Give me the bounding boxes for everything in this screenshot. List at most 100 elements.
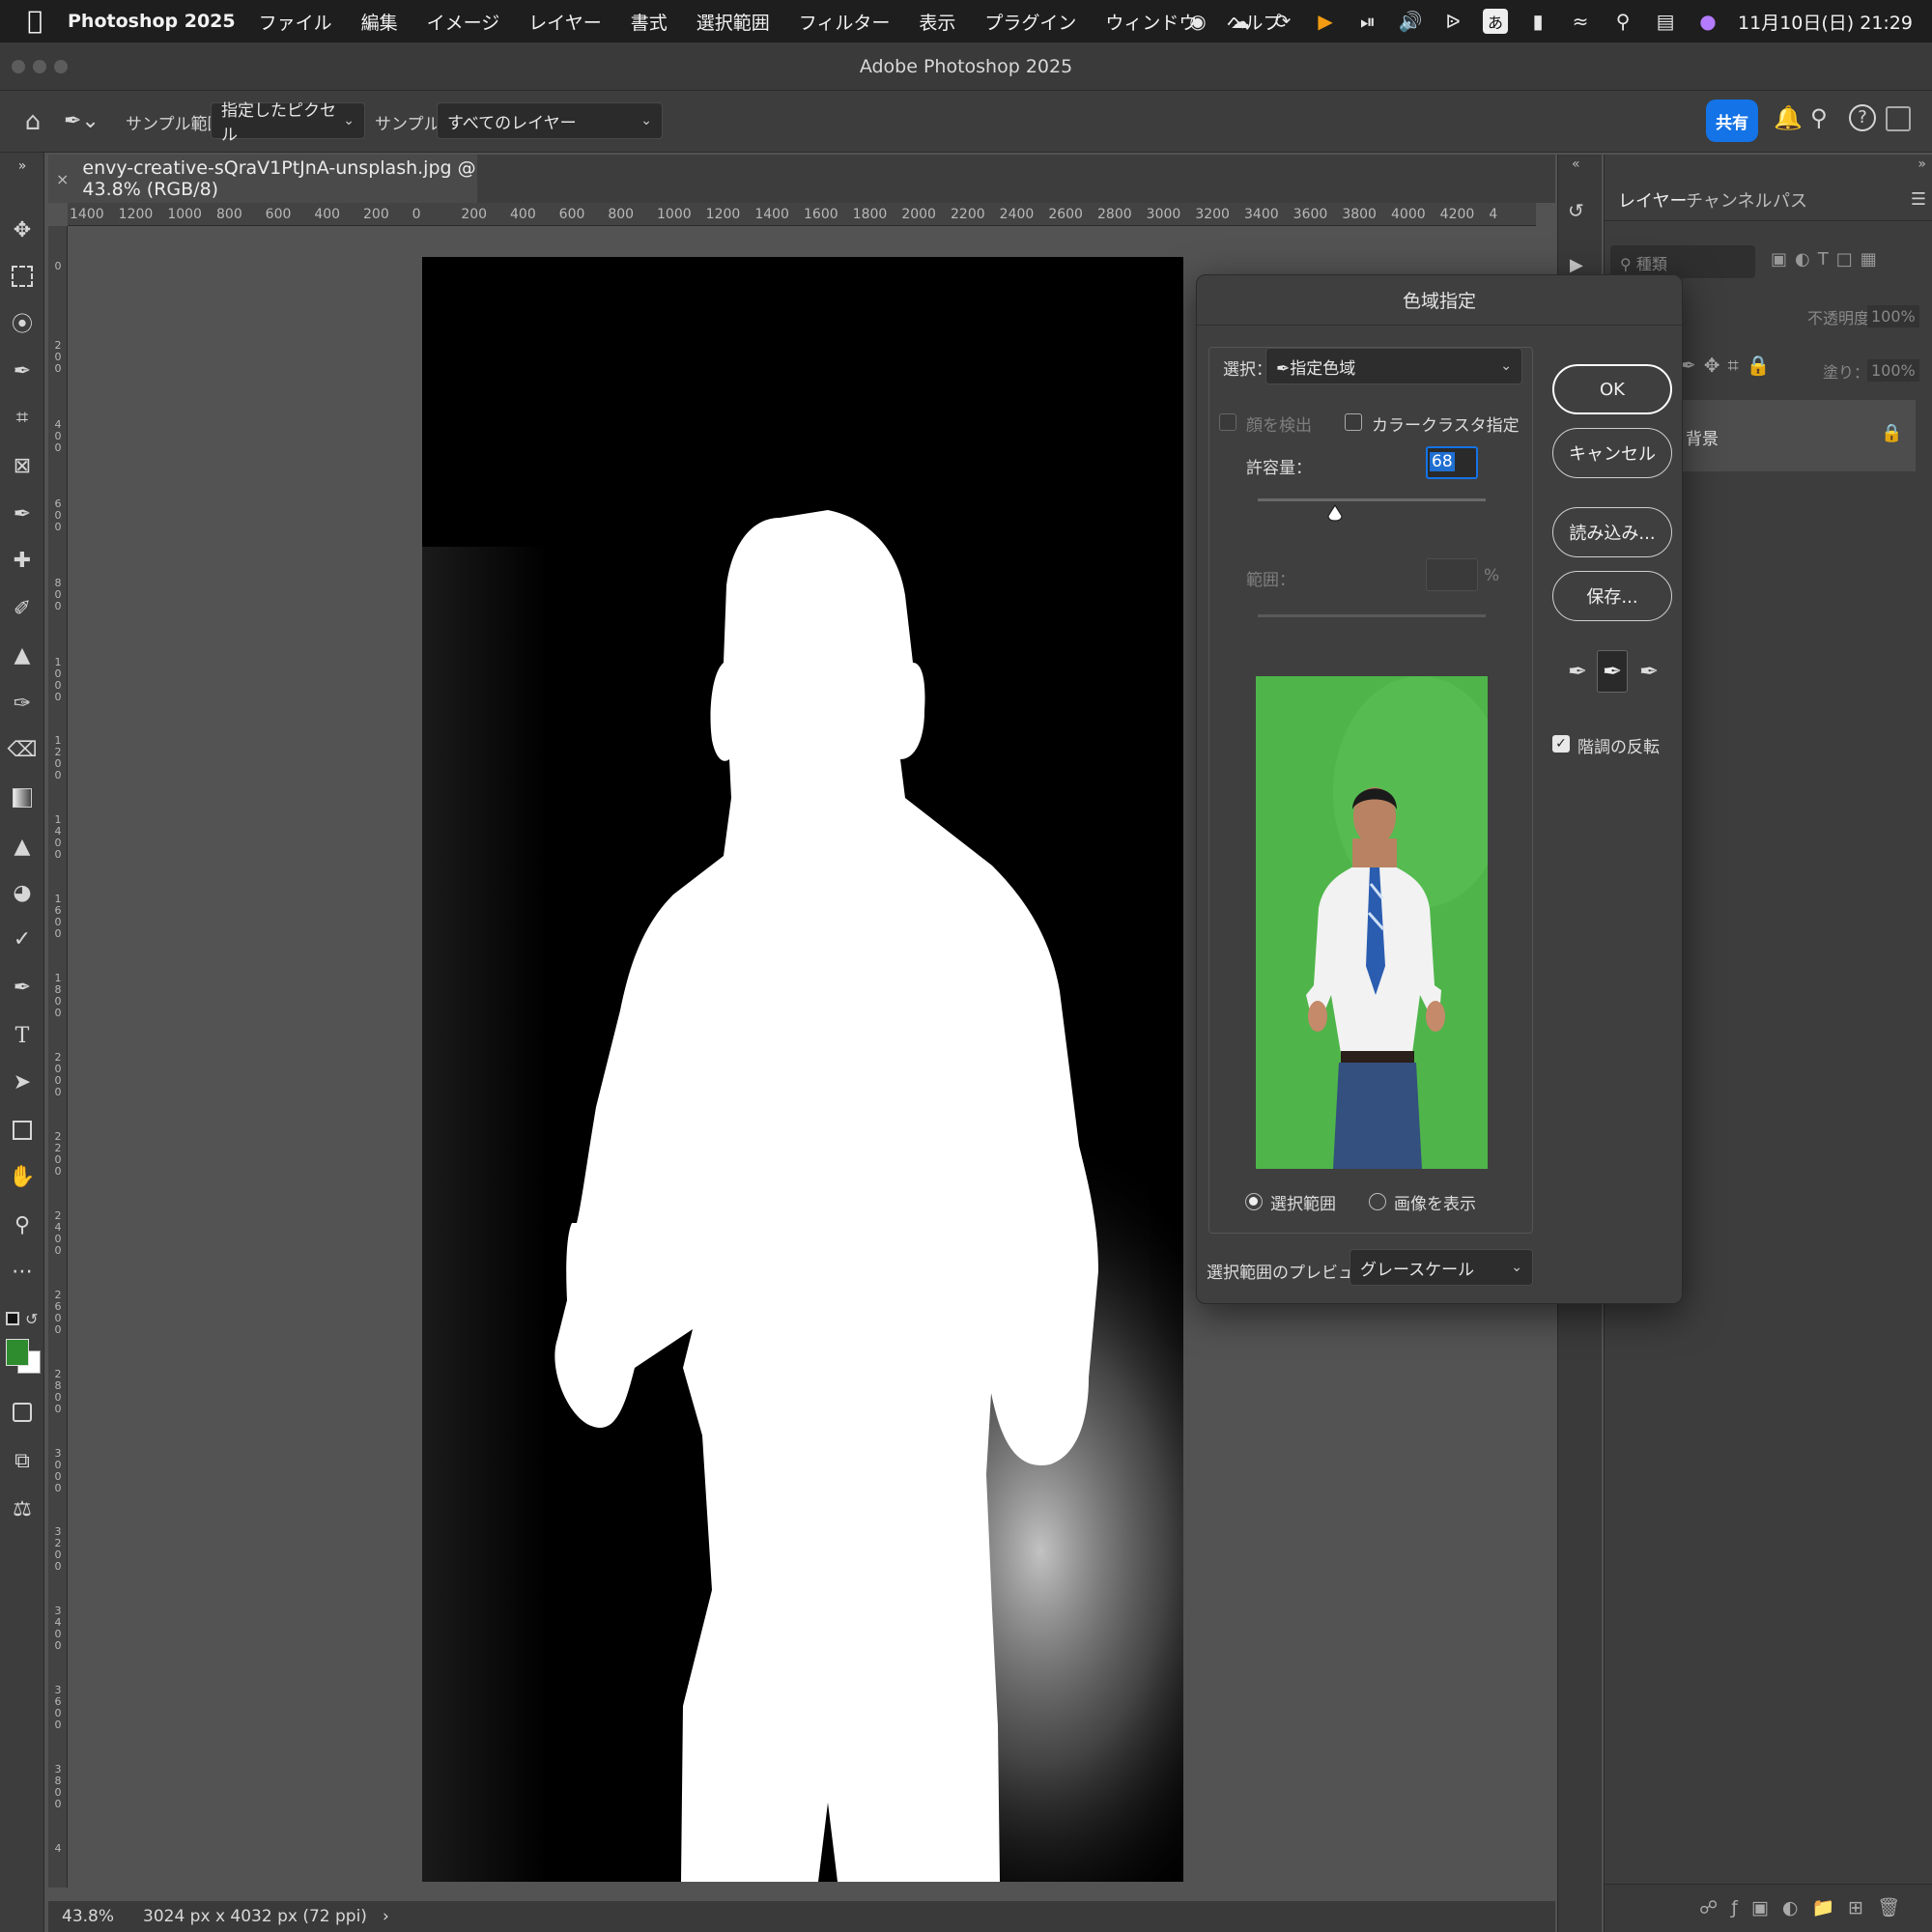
zoom-window-button[interactable] (54, 60, 68, 73)
fuzziness-slider-track[interactable] (1258, 498, 1486, 501)
crop-tool-icon[interactable]: ⌗ (5, 400, 40, 435)
menu-type[interactable]: 書式 (631, 9, 668, 35)
opacity-value[interactable]: 100% (1867, 305, 1919, 327)
expand-toolbar-icon[interactable]: » (5, 156, 40, 176)
vertical-ruler[interactable]: 0 200 400 600 800 1000 1200 1400 1600 1800 2000 220… (48, 226, 68, 1888)
default-colors-icon[interactable] (6, 1312, 19, 1325)
tab-channels[interactable]: チャンネル (1686, 187, 1772, 213)
creative-cloud-icon[interactable]: ◉ (1185, 9, 1210, 34)
pen-tool-icon[interactable]: ✓ (5, 922, 40, 956)
dialog-preview-image[interactable] (1256, 676, 1488, 1169)
document-canvas[interactable] (422, 257, 1183, 1882)
layer-filter-search[interactable]: ⚲ 種類 (1610, 245, 1755, 278)
spotlight-icon[interactable]: ⚲ (1610, 9, 1635, 34)
healing-brush-tool-icon[interactable]: ✚ (5, 543, 40, 578)
menu-edit[interactable]: 編集 (361, 9, 398, 35)
input-method-icon[interactable]: あ (1483, 9, 1509, 34)
zoom-level[interactable]: 43.8% (62, 1907, 114, 1926)
menubar-clock[interactable]: 11月10日(日) 21:29 (1738, 9, 1913, 35)
siri-icon[interactable]: ● (1695, 9, 1720, 34)
expand-panels-icon[interactable]: » (1918, 156, 1926, 172)
screen-mode-icon[interactable]: ⧉ (5, 1443, 40, 1478)
bluetooth-icon[interactable]: ᐉ (1440, 9, 1465, 34)
wifi-icon[interactable]: ≈ (1568, 9, 1593, 34)
app-menu[interactable]: Photoshop 2025 (68, 11, 236, 32)
sync-icon[interactable]: ⟳ (1270, 9, 1295, 34)
move-tool-icon[interactable]: ✥ (5, 213, 40, 247)
dodge-tool-icon[interactable]: ◕ (5, 875, 40, 910)
load-button[interactable]: 読み込み... (1552, 507, 1672, 557)
layers-footer-icons[interactable]: ☍ƒ▣◐📁⊞🗑 (1605, 1884, 1932, 1932)
minimize-window-button[interactable] (33, 60, 46, 73)
menu-layer[interactable]: レイヤー (528, 9, 601, 35)
brush-tool-icon[interactable]: ✐ (5, 591, 40, 626)
blur-tool-icon[interactable]: ▲ (5, 829, 40, 864)
image-radio[interactable] (1369, 1193, 1386, 1210)
sample-layers-select[interactable]: すべてのレイヤー ⌄ (437, 102, 663, 139)
localized-clusters-checkbox[interactable] (1345, 413, 1362, 431)
close-tab-icon[interactable]: × (56, 170, 69, 188)
help-icon[interactable]: ? (1849, 104, 1876, 131)
menu-view[interactable]: 表示 (919, 9, 955, 35)
pen-path-tool-icon[interactable]: ✒ (5, 970, 40, 1005)
tab-paths[interactable]: パス (1773, 187, 1807, 213)
content-credentials-icon[interactable]: ⚖ (5, 1492, 40, 1526)
ok-button[interactable]: OK (1552, 364, 1672, 414)
apple-icon[interactable]:  (21, 8, 48, 35)
panel-menu-icon[interactable]: ☰ (1911, 189, 1926, 210)
layer-filter-icons[interactable]: ▣◐T□▦ (1771, 249, 1885, 270)
lock-icons[interactable]: ✒✥⌗🔒 (1680, 354, 1778, 377)
path-selection-tool-icon[interactable]: ➤ (5, 1065, 40, 1099)
play-circle-icon[interactable]: ⏯ (1355, 9, 1380, 34)
fill-value[interactable]: 100% (1867, 359, 1919, 382)
subtract-from-sample-eyedropper-icon[interactable]: ✒ (1635, 652, 1662, 691)
gradient-tool-icon[interactable] (5, 781, 40, 815)
select-dropdown[interactable]: ✒指定色域 ⌄ (1265, 348, 1522, 384)
control-center-icon[interactable]: ▤ (1653, 9, 1678, 34)
volume-icon[interactable]: 🔊 (1398, 9, 1423, 34)
clone-stamp-tool-icon[interactable]: ▲ (5, 638, 40, 672)
fuzziness-input[interactable]: 68 (1426, 446, 1478, 479)
workspace-icon[interactable] (1886, 106, 1911, 131)
search-icon[interactable]: ⚲ (1810, 104, 1839, 137)
rectangle-tool-icon[interactable] (5, 1113, 40, 1148)
home-icon[interactable]: ⌂ (17, 106, 48, 137)
status-arrow-icon[interactable]: › (383, 1907, 389, 1926)
eyedropper-icon[interactable]: ✒ (1564, 652, 1591, 691)
close-window-button[interactable] (12, 60, 25, 73)
more-tools-icon[interactable]: ⋯ (5, 1254, 40, 1289)
swap-colors-icon[interactable]: ↺ (25, 1310, 38, 1328)
detect-faces-checkbox[interactable] (1219, 413, 1236, 431)
horizontal-ruler[interactable]: 1400 1200 1000 800 600 400 200 0 200 400 600 800 100… (68, 203, 1536, 226)
eyedropper-tool-preset-icon[interactable]: ✒⌄ (64, 106, 106, 137)
quick-selection-tool-icon[interactable]: ✒ (5, 354, 40, 388)
type-tool-icon[interactable]: T (5, 1018, 40, 1053)
menu-window[interactable]: ウィンドウ (1105, 9, 1197, 35)
frame-tool-icon[interactable]: ⊠ (5, 448, 40, 483)
add-to-sample-eyedropper-icon[interactable]: ✒ (1597, 650, 1628, 693)
menu-select[interactable]: 選択範囲 (696, 9, 770, 35)
document-tab[interactable]: × envy-creative-sQraV1PtJnA-unsplash.jpg… (48, 155, 477, 203)
menu-filter[interactable]: フィルター (799, 9, 891, 35)
selection-preview-select[interactable]: グレースケール ⌄ (1350, 1249, 1533, 1286)
invert-checkbox[interactable]: ✓ (1552, 735, 1570, 753)
tab-layers[interactable]: レイヤー (1618, 187, 1687, 213)
menu-plugins[interactable]: プラグイン (984, 9, 1076, 35)
eraser-tool-icon[interactable]: ⌫ (5, 732, 40, 767)
icloud-icon[interactable]: ☁ (1228, 9, 1253, 34)
selection-radio[interactable] (1245, 1193, 1263, 1210)
hand-tool-icon[interactable]: ✋ (5, 1159, 40, 1194)
battery-icon[interactable]: ▮ (1525, 9, 1550, 34)
quick-mask-icon[interactable] (5, 1395, 40, 1430)
save-button[interactable]: 保存... (1552, 571, 1672, 621)
vlc-icon[interactable]: ▶ (1313, 9, 1338, 34)
marquee-tool-icon[interactable] (5, 259, 40, 294)
fuzziness-slider-thumb[interactable] (1327, 503, 1343, 522)
history-brush-tool-icon[interactable]: ✑ (5, 686, 40, 721)
actions-panel-icon[interactable]: ▶ (1570, 255, 1583, 275)
menu-image[interactable]: イメージ (427, 9, 500, 35)
cancel-button[interactable]: キャンセル (1552, 428, 1672, 478)
sample-range-select[interactable]: 指定したピクセル ⌄ (211, 101, 365, 145)
share-button[interactable]: 共有 (1706, 99, 1758, 142)
history-panel-icon[interactable]: ↺ (1568, 199, 1593, 224)
